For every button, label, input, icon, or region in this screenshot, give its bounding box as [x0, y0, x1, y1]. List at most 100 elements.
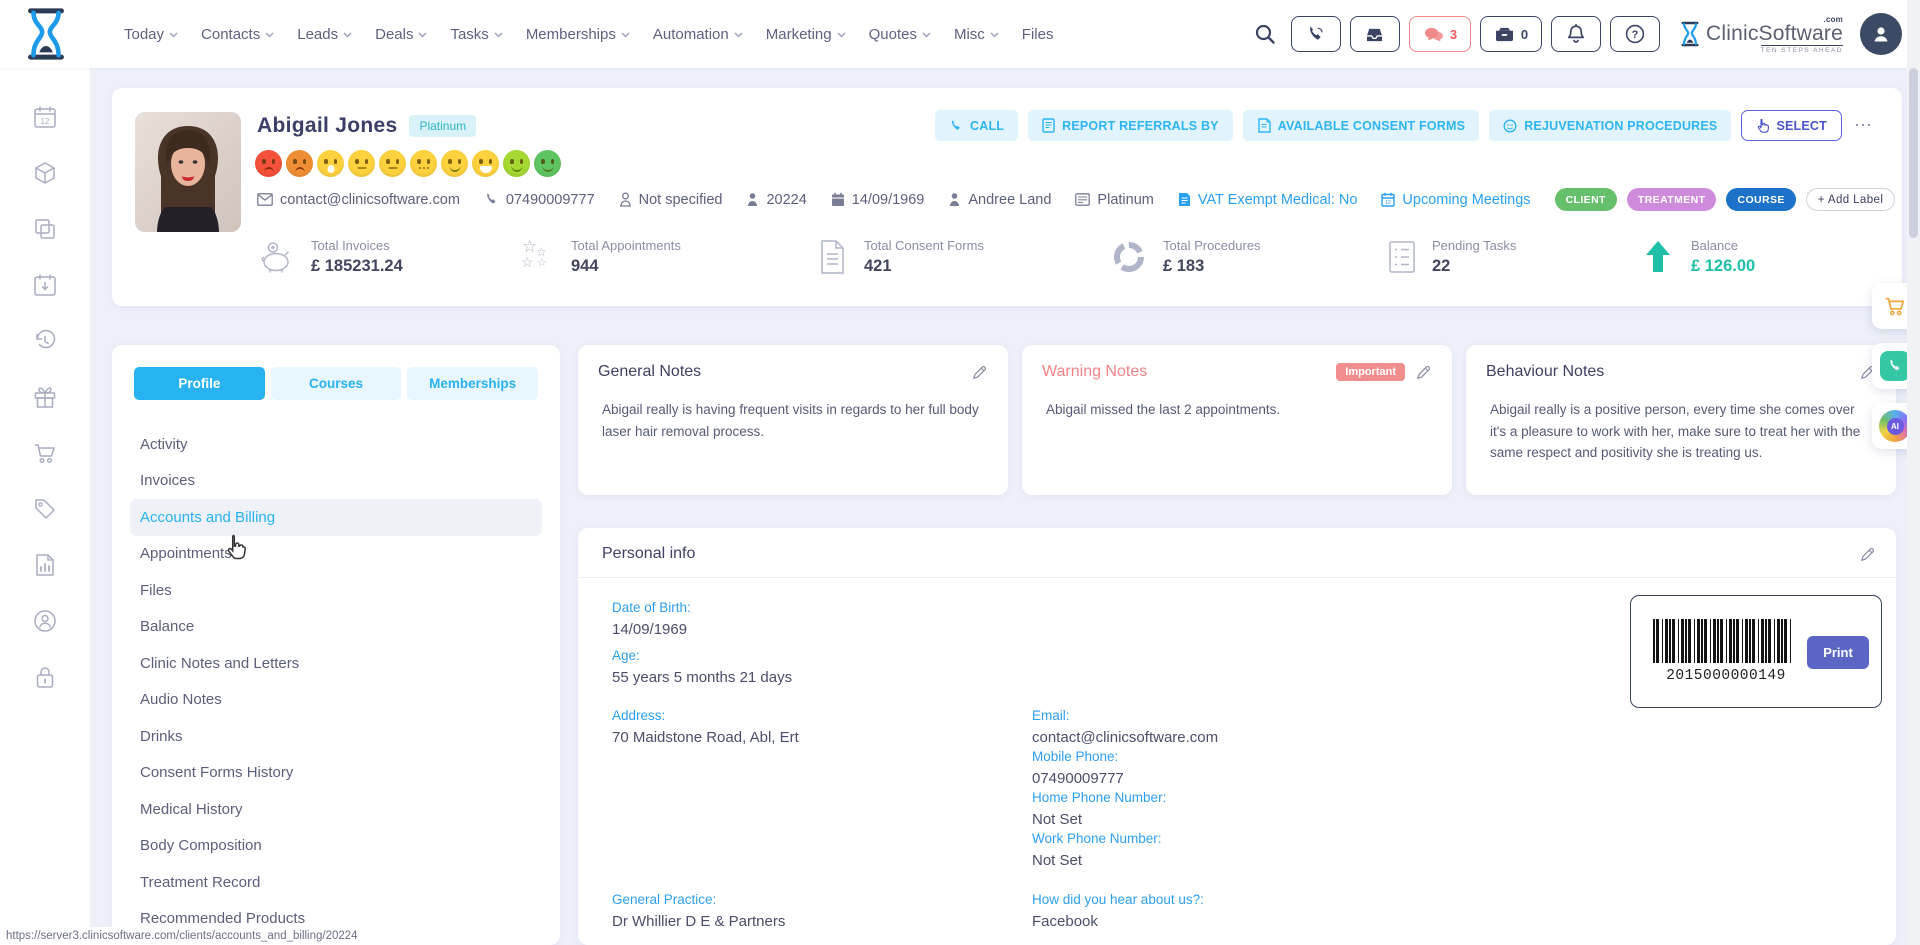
client-menu-card: Profile Courses Memberships Activity Inv… — [112, 345, 560, 945]
menu-item-invoices[interactable]: Invoices — [130, 463, 542, 500]
edit-pencil-icon[interactable] — [1859, 546, 1876, 563]
tier-badge: Platinum — [409, 115, 476, 137]
nav-misc[interactable]: Misc — [954, 26, 999, 43]
mood-face-icon[interactable] — [534, 150, 561, 177]
dialer-button[interactable] — [1291, 16, 1341, 52]
field-work-phone: Work Phone Number:Not Set — [1032, 831, 1162, 869]
mood-face-icon[interactable] — [317, 150, 344, 177]
menu-item-treatment-record[interactable]: Treatment Record — [130, 864, 542, 901]
user-permissions-icon[interactable] — [32, 608, 58, 634]
notifications-button[interactable] — [1551, 16, 1601, 52]
vertical-scrollbar[interactable] — [1907, 0, 1920, 945]
client-email[interactable]: contact@clinicsoftware.com — [257, 192, 460, 208]
vat-exempt-link[interactable]: VAT Exempt Medical: No — [1178, 192, 1358, 208]
envelope-icon — [257, 193, 273, 206]
copy-layers-icon[interactable] — [32, 216, 58, 242]
inbox-button[interactable] — [1350, 16, 1400, 52]
history-icon[interactable] — [32, 328, 58, 354]
mood-face-icon[interactable] — [410, 150, 437, 177]
nav-today[interactable]: Today — [124, 26, 178, 43]
mood-face-icon[interactable] — [255, 150, 282, 177]
label-course[interactable]: COURSE — [1726, 188, 1795, 211]
tab-memberships[interactable]: Memberships — [407, 367, 538, 400]
nav-files[interactable]: Files — [1022, 26, 1054, 43]
pos-button[interactable]: 0 — [1480, 16, 1542, 52]
nav-memberships[interactable]: Memberships — [526, 26, 630, 43]
phone-icon — [484, 192, 499, 207]
label-client[interactable]: CLIENT — [1555, 188, 1617, 211]
menu-item-balance[interactable]: Balance — [130, 609, 542, 646]
brand-logo[interactable]: ClinicSoftware.comTEN STEPS AHEAD — [1679, 20, 1843, 48]
menu-item-activity[interactable]: Activity — [130, 426, 542, 463]
tab-courses[interactable]: Courses — [271, 367, 402, 400]
menu-item-drinks[interactable]: Drinks — [130, 718, 542, 755]
chat-button[interactable]: 3 — [1409, 16, 1471, 52]
nav-tasks[interactable]: Tasks — [450, 26, 502, 43]
brand-hourglass-icon — [1679, 20, 1701, 48]
lock-icon[interactable] — [32, 664, 58, 690]
more-options-button[interactable]: ⋯ — [1852, 115, 1876, 136]
mood-face-icon[interactable] — [348, 150, 375, 177]
profile-action-buttons: CALL REPORT REFERRALS BY AVAILABLE CONSE… — [935, 110, 1876, 141]
mood-face-icon[interactable] — [286, 150, 313, 177]
menu-item-accounts-and-billing[interactable]: Accounts and Billing — [130, 499, 542, 536]
menu-item-appointments[interactable]: Appointments — [130, 536, 542, 573]
field-mobile-phone: Mobile Phone:07490009777 — [1032, 749, 1124, 787]
print-button[interactable]: Print — [1807, 636, 1869, 669]
shop-cart-icon[interactable] — [32, 440, 58, 466]
menu-item-audio-notes[interactable]: Audio Notes — [130, 682, 542, 719]
help-button[interactable]: ? — [1610, 16, 1660, 52]
upcoming-meetings-link[interactable]: 12Upcoming Meetings — [1381, 192, 1530, 208]
main-nav: Today Contacts Leads Deals Tasks Members… — [124, 0, 1053, 68]
nav-quotes[interactable]: Quotes — [869, 26, 931, 43]
brand-tagline: TEN STEPS AHEAD — [1761, 45, 1843, 54]
app-logo-icon[interactable] — [22, 7, 70, 61]
menu-item-body-composition[interactable]: Body Composition — [130, 828, 542, 865]
search-icon[interactable] — [1254, 23, 1276, 45]
nav-leads[interactable]: Leads — [297, 26, 352, 43]
client-photo[interactable] — [135, 112, 241, 232]
rejuvenation-button[interactable]: REJUVENATION PROCEDURES — [1489, 110, 1731, 141]
user-avatar[interactable] — [1860, 13, 1902, 55]
tab-profile[interactable]: Profile — [134, 367, 265, 400]
nav-label: Contacts — [201, 26, 260, 43]
nav-marketing[interactable]: Marketing — [766, 26, 846, 43]
calendar-import-icon[interactable] — [32, 272, 58, 298]
app-root: Today Contacts Leads Deals Tasks Members… — [0, 0, 1920, 945]
edit-pencil-icon[interactable] — [971, 364, 988, 381]
mood-face-icon[interactable] — [441, 150, 468, 177]
behaviour-notes-body: Abigail really is a positive person, eve… — [1486, 399, 1876, 464]
price-tag-icon[interactable] — [32, 496, 58, 522]
stat-pending-tasks: Pending Tasks22 — [1385, 238, 1516, 276]
menu-item-consent-forms-history[interactable]: Consent Forms History — [130, 755, 542, 792]
nav-contacts[interactable]: Contacts — [201, 26, 274, 43]
client-phone[interactable]: 07490009777 — [484, 192, 595, 208]
nav-deals[interactable]: Deals — [375, 26, 427, 43]
call-button[interactable]: CALL — [935, 110, 1018, 141]
menu-item-files[interactable]: Files — [130, 572, 542, 609]
nav-label: Marketing — [766, 26, 832, 43]
chevron-down-icon — [418, 32, 427, 38]
nav-automation[interactable]: Automation — [653, 26, 743, 43]
add-label-button[interactable]: + Add Label — [1806, 188, 1895, 211]
nav-label: Automation — [653, 26, 729, 43]
label-treatment[interactable]: TREATMENT — [1627, 188, 1717, 211]
calendar-icon[interactable]: 12 — [32, 104, 58, 130]
client-id: 20224 — [746, 192, 806, 208]
edit-pencil-icon[interactable] — [1415, 364, 1432, 381]
report-chart-icon[interactable] — [32, 552, 58, 578]
mood-face-icon[interactable] — [503, 150, 530, 177]
consent-forms-button[interactable]: AVAILABLE CONSENT FORMS — [1243, 110, 1479, 141]
mood-face-icon[interactable] — [472, 150, 499, 177]
menu-item-medical-history[interactable]: Medical History — [130, 791, 542, 828]
select-button[interactable]: SELECT — [1741, 110, 1842, 141]
products-cube-icon[interactable] — [32, 160, 58, 186]
warning-notes-card: Warning NotesImportant Abigail missed th… — [1022, 345, 1452, 495]
scrollbar-thumb[interactable] — [1909, 68, 1918, 238]
gift-icon[interactable] — [32, 384, 58, 410]
client-name: Abigail Jones — [257, 114, 397, 138]
client-section-menu: Activity Invoices Accounts and Billing A… — [112, 426, 560, 937]
menu-item-clinic-notes[interactable]: Clinic Notes and Letters — [130, 645, 542, 682]
mood-face-icon[interactable] — [379, 150, 406, 177]
report-referrals-button[interactable]: REPORT REFERRALS BY — [1028, 110, 1233, 141]
